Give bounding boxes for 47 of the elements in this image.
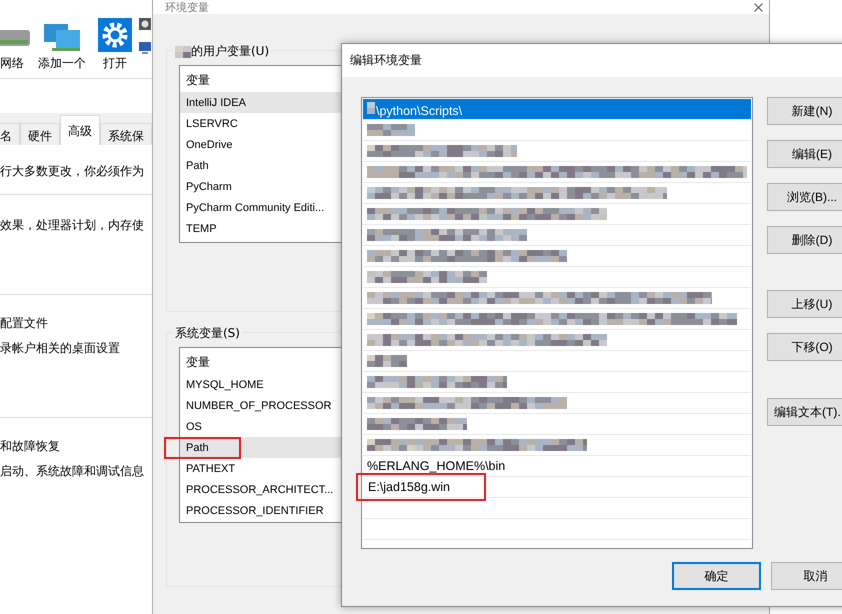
list-item[interactable]: OS	[186, 420, 202, 432]
window-title: 环境变量	[165, 0, 209, 14]
list-item[interactable]: E:\jad158g.win	[358, 475, 484, 499]
dialog-button[interactable]: 编辑(E)	[767, 140, 842, 168]
list-item[interactable]: PROCESSOR_ARCHITECT...	[186, 484, 334, 496]
list-item[interactable]: IntelliJ IDEA	[186, 96, 246, 108]
list-item[interactable]: PyCharm	[186, 180, 232, 192]
list-item[interactable]: TEMP	[186, 222, 217, 234]
column-header[interactable]: 变量	[186, 72, 210, 88]
dialog-button[interactable]: 下移(O)	[767, 333, 842, 361]
dialog-button[interactable]: 新建(N)	[767, 97, 842, 125]
ok-button[interactable]: 确定	[672, 562, 762, 590]
dialog-button[interactable]: 删除(D)	[767, 226, 842, 254]
settings-icon	[98, 18, 132, 52]
list-item[interactable]: NUMBER_OF_PROCESSOR	[186, 400, 332, 412]
dialog-title: 编辑环境变量	[342, 44, 842, 77]
list-item[interactable]: MYSQL_HOME	[186, 378, 264, 390]
list-item[interactable]: \python\Scripts\	[367, 100, 462, 118]
description-text: 录帐户相关的桌面设置	[0, 340, 121, 357]
column-header[interactable]: 变量	[186, 354, 210, 370]
description-text: 效果，处理器计划，内存使	[0, 217, 145, 234]
list-item[interactable]: Path	[166, 438, 239, 456]
list-item[interactable]: PATHEXT	[186, 462, 236, 474]
group-title: 系统变量(S)	[175, 325, 240, 342]
cancel-button[interactable]: 取消	[771, 562, 842, 590]
camera-icon[interactable]	[138, 17, 152, 31]
monitor-icon[interactable]	[138, 41, 152, 55]
close-icon[interactable]	[754, 2, 763, 12]
toolbar-button[interactable]: 打开	[98, 18, 132, 72]
tab[interactable]: 系统保	[100, 123, 152, 145]
list-item[interactable]: %ERLANG_HOME%\bin	[367, 459, 506, 473]
list-item[interactable]: PROCESSOR_IDENTIFIER	[186, 504, 324, 516]
tab[interactable]: 高级	[60, 115, 100, 145]
list-item[interactable]: PyCharm Community Editi...	[186, 202, 324, 214]
toolbar-button[interactable]: 网络	[0, 22, 32, 72]
tab[interactable]: 名	[0, 123, 20, 145]
list-item[interactable]: LSERVRC	[186, 118, 238, 130]
dialog-button[interactable]: 上移(U)	[767, 290, 842, 318]
description-text: 行大多数更改，你必须作为	[0, 163, 145, 180]
list-item[interactable]: Path	[186, 160, 209, 172]
group-title: 的用户变量(U)	[191, 43, 270, 60]
tab[interactable]: 硬件	[20, 123, 60, 145]
description-text: 启动、系统故障和调试信息	[0, 463, 145, 480]
dialog-button[interactable]: 浏览(B)...	[767, 183, 842, 211]
toolbar-button[interactable]: 添加一个	[38, 20, 86, 72]
list-item[interactable]: OneDrive	[186, 138, 232, 150]
dialog-button[interactable]: 编辑文本(T).	[767, 398, 842, 426]
